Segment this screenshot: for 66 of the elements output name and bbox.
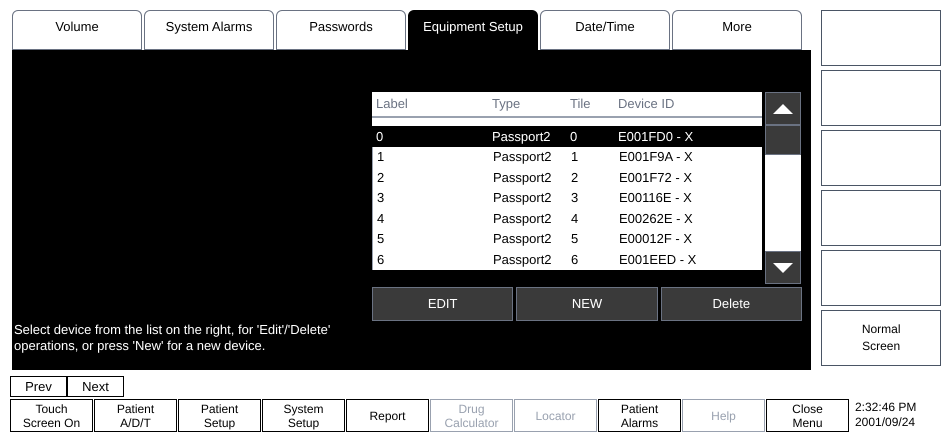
table-cell-text: 2	[570, 168, 580, 186]
menu-button[interactable]: Touch Screen On	[10, 399, 93, 432]
side-button[interactable]	[821, 130, 941, 186]
down-arrow-icon	[773, 262, 793, 272]
clock-date: 2001/09/24	[855, 415, 916, 430]
table-row[interactable]: 1 Passport2 1 E001F9A - X	[372, 146, 762, 167]
table-cell-text: Passport2	[492, 210, 553, 228]
side-button[interactable]	[821, 250, 941, 306]
table-cell-text: Passport2	[492, 189, 553, 207]
table-cell-text: 0	[375, 128, 384, 146]
table-cell-text: E00012F - X	[618, 230, 693, 248]
column-header: Type	[491, 95, 522, 114]
tab[interactable]: Equipment Setup	[408, 10, 538, 50]
action-button[interactable]: NEW	[516, 287, 658, 321]
pager-button[interactable]: Prev	[10, 376, 67, 397]
scroll-up-button[interactable]	[765, 92, 801, 125]
clock-time: 2:32:46 PM	[855, 400, 916, 415]
menu-button[interactable]: Close Menu	[766, 399, 849, 432]
menu-button[interactable]: Patient Setup	[178, 399, 261, 432]
table-cell-text: 0	[569, 128, 578, 146]
side-button[interactable]	[821, 10, 941, 66]
side-button[interactable]	[821, 190, 941, 246]
column-header: Tile	[569, 95, 592, 114]
side-button[interactable]	[821, 70, 941, 126]
menu-button[interactable]: System Setup	[262, 399, 345, 432]
column-header: Device ID	[617, 95, 676, 114]
table-cell-text: 5	[376, 230, 386, 248]
menu-button[interactable]: Patient A/D/T	[94, 399, 177, 432]
menu-button[interactable]: Report	[346, 399, 429, 432]
table-cell-text: 1	[570, 148, 580, 166]
table-cell-text: 3	[570, 189, 580, 207]
table-cell-text: E001FD0 - X	[617, 128, 694, 146]
table-cell-text: E001F9A - X	[618, 148, 694, 166]
table-cell-text: E00116E - X	[618, 189, 693, 207]
table-cell-text: 3	[376, 189, 386, 207]
column-header: Label	[375, 95, 409, 114]
tab[interactable]: Date/Time	[540, 10, 670, 50]
table-cell-text: 4	[570, 210, 580, 228]
table-cell-text: 6	[376, 250, 386, 268]
table-cell-text: E001F72 - X	[618, 168, 693, 186]
table-cell-text: 6	[570, 250, 580, 268]
scrollbar-thumb[interactable]	[765, 125, 801, 155]
table-cell-text: 1	[376, 148, 386, 166]
action-button[interactable]: EDIT	[372, 287, 514, 321]
table-cell-text: Passport2	[492, 168, 553, 187]
up-arrow-icon	[773, 104, 793, 114]
pager-button[interactable]: Next	[67, 376, 124, 397]
side-button[interactable]: Normal Screen	[821, 310, 941, 366]
table-cell-text: Passport2	[492, 230, 553, 248]
table-cell-text: Passport2	[491, 128, 552, 146]
menu-button[interactable]: Patient Alarms	[598, 399, 681, 432]
tab[interactable]: Passwords	[276, 10, 406, 50]
instruction-text: Select device from the list on the right, for 'Edit'/'Delete' operations, or press 'New' for a new device.	[13, 322, 332, 355]
table-cell-text: 5	[570, 230, 580, 248]
scroll-down-button[interactable]	[765, 251, 801, 284]
table-cell-text: Passport2	[492, 250, 553, 269]
action-button[interactable]: Delete	[660, 287, 802, 321]
table-cell-text: E001EED - X	[618, 250, 698, 268]
table-cell-text: 4	[376, 210, 386, 228]
table-cell-text: Passport2	[492, 148, 553, 166]
tab[interactable]: Volume	[12, 10, 142, 50]
tab[interactable]: System Alarms	[144, 10, 274, 50]
table-cell-text: E00262E - X	[618, 210, 694, 228]
tab[interactable]: More	[672, 10, 802, 50]
table-row[interactable]: 0 Passport2 0 E001FD0 - X	[372, 126, 762, 146]
table-cell-text: 2	[376, 168, 386, 186]
